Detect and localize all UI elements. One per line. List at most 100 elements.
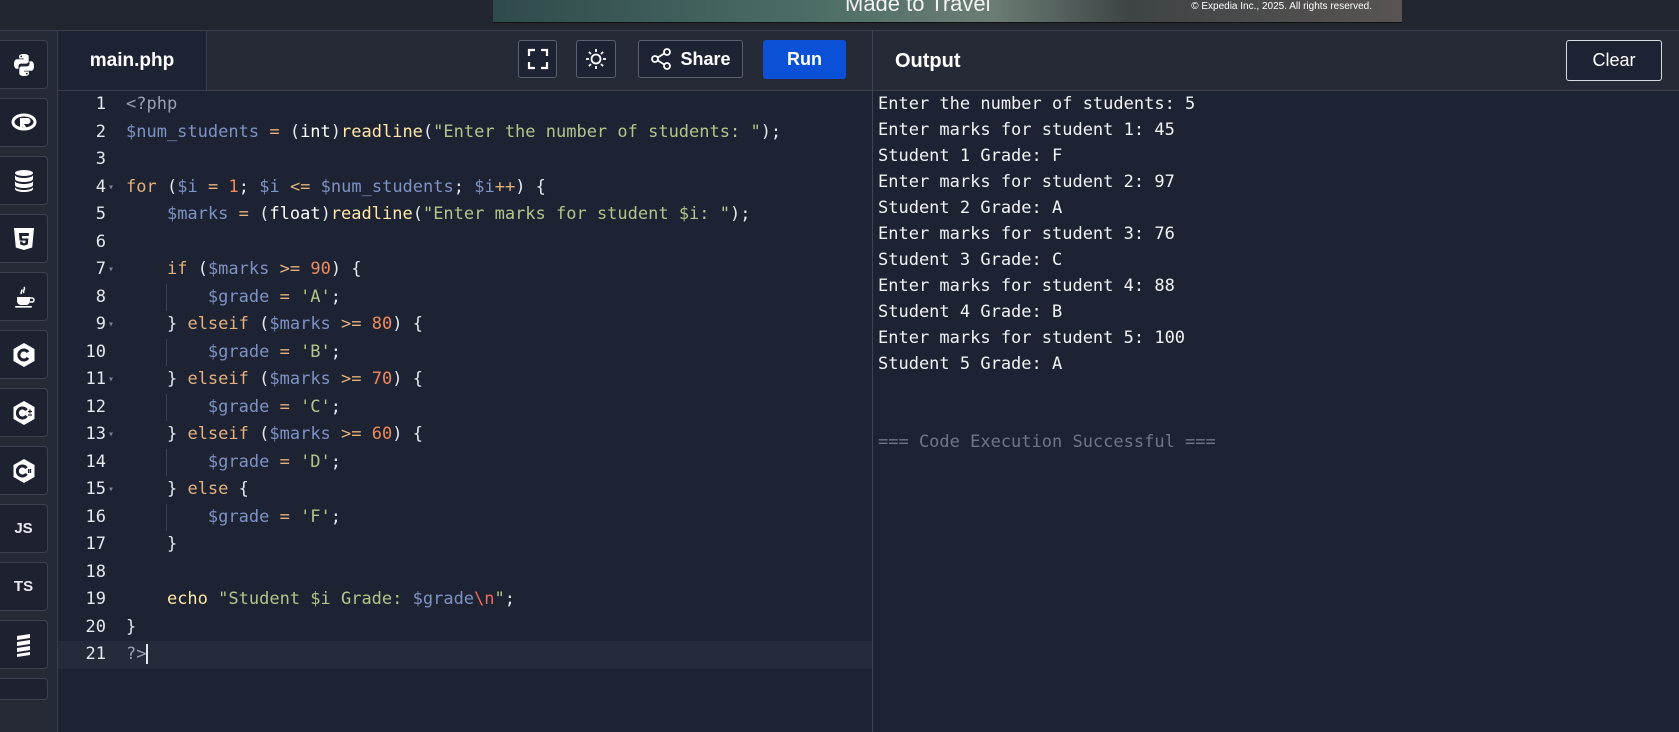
share-label: Share [680, 48, 731, 69]
fold-toggle[interactable]: ▾ [108, 476, 114, 504]
java-icon [14, 285, 35, 308]
database-icon [14, 169, 33, 192]
sidebar-item-cpp[interactable] [0, 388, 48, 437]
code-editor[interactable]: 1 <?php 2 $num_students = (int)readline("E… [58, 91, 872, 732]
output-header: Output Clear [873, 31, 1679, 91]
line-number: 18 [85, 561, 106, 582]
output-line: Enter marks for student 5: 100 [878, 328, 1186, 348]
fold-toggle[interactable]: ▾ [108, 174, 114, 202]
html5-icon [13, 227, 34, 250]
ad-banner[interactable]: Made to Travel © Expedia Inc., 2025. All… [493, 0, 1402, 23]
sidebar-item-sql[interactable] [0, 156, 48, 205]
js-icon: JS [14, 520, 33, 537]
language-sidebar: JS TS [0, 31, 58, 732]
line-number: 17 [85, 534, 106, 554]
share-button[interactable]: Share [638, 40, 743, 78]
sidebar-item-csharp[interactable] [0, 446, 48, 495]
fold-toggle[interactable]: ▾ [108, 366, 114, 394]
line-number: 20 [85, 616, 106, 637]
code-line: 14 $grade = 'D'; [58, 448, 872, 476]
run-button[interactable]: Run [763, 40, 846, 79]
code-line: 18 [58, 559, 872, 587]
csharp-icon [13, 458, 34, 483]
line-number: 10 [85, 341, 106, 362]
line-number: 16 [85, 506, 106, 527]
line-number: 13 [85, 424, 106, 444]
sidebar-item-javascript[interactable]: JS [0, 504, 48, 553]
code-line: 11 ▾ } elseif ($marks >= 70) { [58, 366, 872, 394]
cpp-icon [13, 400, 34, 425]
output-line: Enter marks for student 3: 76 [878, 224, 1175, 244]
output-line: Enter marks for student 1: 45 [878, 120, 1175, 140]
line-number: 21 [85, 644, 106, 664]
share-icon [651, 48, 672, 70]
code-line: 12 $grade = 'C'; [58, 393, 872, 421]
line-number: 11 [85, 369, 106, 389]
execution-status: === Code Execution Successful === [878, 432, 1216, 452]
file-tab[interactable]: main.php [58, 31, 207, 90]
code-line: 7 ▾ if ($marks >= 90) { [58, 256, 872, 284]
line-number: 3 [95, 149, 106, 169]
line-number: 12 [85, 396, 106, 417]
ts-icon: TS [13, 578, 34, 595]
output-line: Student 3 Grade: C [878, 250, 1063, 270]
sidebar-item-partial[interactable] [0, 678, 48, 700]
line-number: 8 [95, 286, 106, 307]
line-number: 1 [95, 94, 106, 114]
line-number: 7 [95, 259, 106, 279]
output-line: Student 5 Grade: A [878, 354, 1063, 374]
text-cursor [146, 644, 149, 664]
output-line: Enter marks for student 4: 88 [878, 276, 1175, 296]
sun-icon [586, 49, 606, 69]
code-line: 15 ▾ } else { [58, 476, 872, 504]
output-line: Student 4 Grade: B [878, 302, 1063, 322]
ad-headline: Made to Travel [845, 0, 991, 16]
c-icon [13, 342, 34, 367]
sidebar-item-r[interactable] [0, 98, 48, 147]
sidebar-item-html[interactable] [0, 214, 48, 263]
code-line: 20} [58, 614, 872, 642]
code-line: 10 $grade = 'B'; [58, 338, 872, 366]
line-number: 4 [95, 176, 106, 197]
editor-header: main.php Share Run [58, 31, 872, 91]
sidebar-item-more[interactable] [0, 620, 48, 669]
output-line: Enter marks for student 2: 97 [878, 172, 1175, 192]
code-line: 6 [58, 229, 872, 257]
code-line: 9 ▾ } elseif ($marks >= 80) { [58, 311, 872, 339]
line-number: 2 [95, 121, 106, 142]
code-line: 19 echo "Student $i Grade: $grade\n"; [58, 586, 872, 614]
code-line: 2 $num_students = (int)readline("Enter th… [58, 119, 872, 147]
sidebar-item-c[interactable] [0, 330, 48, 379]
output-title: Output [895, 50, 961, 72]
line-number: 5 [95, 204, 106, 224]
fullscreen-button[interactable] [518, 40, 557, 78]
fold-toggle[interactable]: ▾ [108, 311, 114, 339]
code-line: 8 $grade = 'A'; [58, 283, 872, 311]
fullscreen-icon [527, 48, 548, 70]
code-line: 16 $grade = 'F'; [58, 503, 872, 531]
code-line: 1 <?php [58, 91, 872, 119]
line-number: 14 [85, 451, 106, 472]
output-line: Student 2 Grade: A [878, 198, 1063, 218]
output-line: Enter the number of students: 5 [878, 94, 1196, 114]
theme-toggle-button[interactable] [576, 40, 616, 78]
clear-button[interactable]: Clear [1566, 40, 1662, 81]
code-line-active: 21 ?> [58, 641, 872, 669]
fold-toggle[interactable]: ▾ [108, 256, 114, 284]
sidebar-item-java[interactable] [0, 272, 48, 321]
line-number: 19 [85, 589, 106, 609]
line-number: 9 [95, 314, 106, 334]
sidebar-item-typescript[interactable]: TS [0, 562, 48, 611]
r-icon [11, 113, 36, 130]
ad-copyright: © Expedia Inc., 2025. All rights reserve… [1191, 1, 1372, 12]
python-icon [13, 53, 34, 76]
fold-toggle[interactable]: ▾ [108, 421, 114, 449]
code-line: 13 ▾ } elseif ($marks >= 60) { [58, 421, 872, 449]
code-line: 5 $marks = (float)readline("Enter marks … [58, 201, 872, 229]
stack-icon [16, 633, 30, 657]
code-line: 3 [58, 146, 872, 174]
output-line: Student 1 Grade: F [878, 146, 1063, 166]
line-number: 6 [95, 231, 106, 252]
sidebar-item-python[interactable] [0, 40, 48, 89]
code-line: 4 ▾ for ($i = 1; $i <= $num_students; $i++… [58, 174, 872, 202]
